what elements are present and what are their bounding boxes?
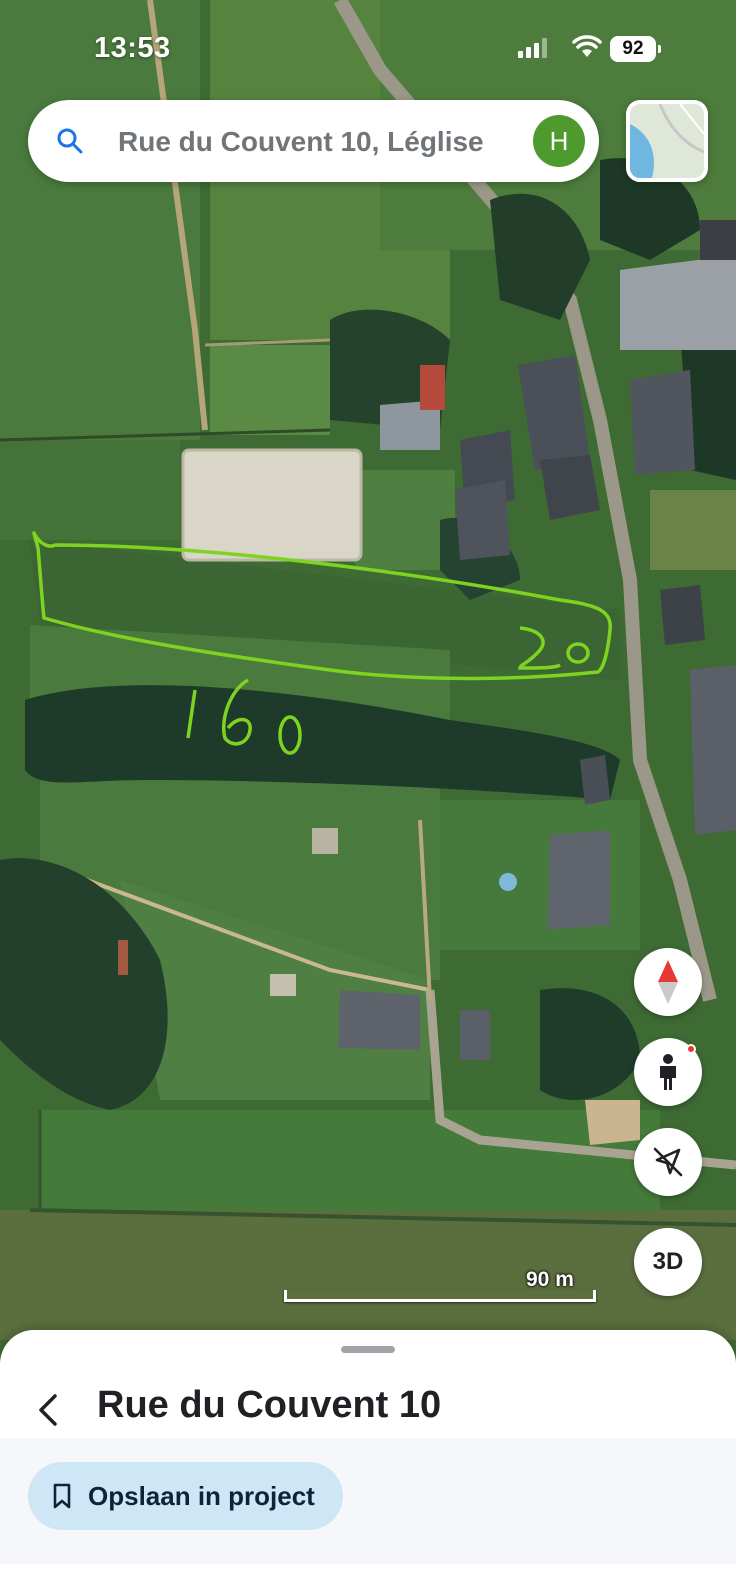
3d-label: 3D — [652, 1248, 684, 1275]
avatar-initial: H — [549, 125, 569, 156]
satellite-map[interactable] — [0, 0, 736, 1340]
location-button[interactable] — [634, 1128, 702, 1196]
signal-icon — [518, 38, 547, 58]
satellite-imagery — [0, 0, 736, 1340]
scale-bar — [284, 1290, 596, 1302]
back-button[interactable] — [18, 1380, 78, 1440]
bookmark-icon — [53, 1483, 71, 1509]
location-off-icon — [653, 1147, 683, 1177]
layers-button[interactable] — [626, 100, 708, 182]
notification-dot — [686, 1044, 696, 1054]
battery-level: 92 — [622, 38, 644, 59]
3d-button[interactable]: 3D — [634, 1228, 702, 1296]
search-input[interactable]: Rue du Couvent 10, Léglise — [118, 126, 538, 158]
place-title: Rue du Couvent 10 — [97, 1384, 442, 1426]
back-arrow-icon — [39, 1394, 57, 1426]
status-time: 13:53 — [94, 32, 171, 64]
battery-indicator: 92 — [610, 36, 661, 62]
pegman-icon — [660, 1054, 676, 1090]
layers-thumbnail — [630, 104, 704, 178]
status-bar: 13:53 92 — [0, 0, 736, 90]
account-avatar[interactable]: H — [533, 115, 585, 167]
search-icon[interactable] — [56, 127, 84, 155]
sheet-drag-handle[interactable] — [341, 1346, 395, 1353]
place-sheet[interactable]: Rue du Couvent 10 Opslaan in project — [0, 1330, 736, 1594]
wifi-icon — [572, 35, 602, 57]
scale-label: 90 m — [526, 1268, 574, 1291]
save-button-label: Opslaan in project — [88, 1480, 315, 1511]
search-bar[interactable]: Rue du Couvent 10, Léglise H — [28, 100, 599, 182]
compass-icon — [658, 960, 678, 1004]
compass-button[interactable] — [634, 948, 702, 1016]
save-to-project-button[interactable]: Opslaan in project — [28, 1462, 343, 1530]
street-view-button[interactable] — [634, 1038, 702, 1106]
